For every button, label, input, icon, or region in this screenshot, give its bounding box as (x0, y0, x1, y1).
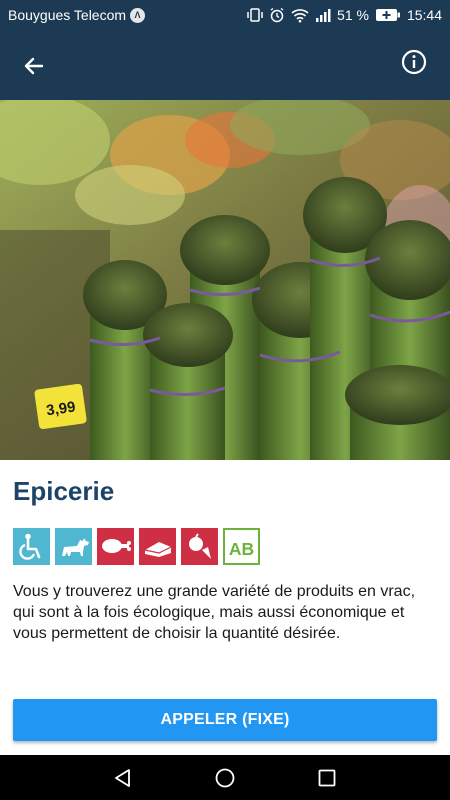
system-nav-bar (0, 755, 450, 800)
nav-recents-button[interactable] (312, 763, 342, 793)
status-icons: 51 % 15:44 (247, 7, 442, 23)
organic-ab-icon: AB (223, 528, 260, 565)
signal-icon (316, 9, 331, 22)
cheese-icon (139, 528, 176, 565)
back-button[interactable] (18, 50, 50, 82)
recents-square-icon (318, 769, 336, 786)
dog-icon (55, 528, 92, 565)
page-title: Epicerie (13, 476, 115, 506)
carrier: Bouygues Telecom Λ (8, 7, 146, 23)
ham-icon (97, 528, 134, 565)
hero-image: 3,99 (0, 100, 450, 460)
fruit-vegetable-icon (181, 528, 218, 565)
vibrate-icon (247, 8, 263, 22)
main-content: Epicerie AB Vous y trouverez une grande … (13, 476, 437, 644)
back-triangle-icon (115, 768, 130, 787)
battery-percent: 51 % (337, 7, 369, 23)
battery-icon (375, 9, 400, 21)
svg-text:AB: AB (229, 538, 254, 558)
call-landline-button[interactable]: APPELER (FIXE) (13, 699, 437, 741)
arrow-left-icon (24, 57, 44, 75)
alarm-icon (270, 7, 284, 23)
app-bar (0, 30, 450, 100)
info-circle-icon (401, 49, 427, 75)
nav-back-button[interactable] (108, 763, 138, 793)
feature-badges: AB (13, 528, 437, 565)
clock: 15:44 (406, 7, 442, 23)
carrier-badge: Λ (130, 7, 146, 23)
status-bar: Bouygues Telecom Λ 51 % 15:44 (0, 0, 450, 30)
carrier-name: Bouygues Telecom (8, 7, 127, 23)
asparagus-bunches-photo: 3,99 (0, 100, 450, 460)
description: Vous y trouverez une grande variété de p… (13, 583, 416, 642)
home-circle-icon (215, 768, 235, 787)
nav-home-button[interactable] (210, 763, 240, 793)
wheelchair-icon (13, 528, 50, 565)
wifi-icon (291, 9, 309, 23)
info-button[interactable] (398, 46, 430, 78)
